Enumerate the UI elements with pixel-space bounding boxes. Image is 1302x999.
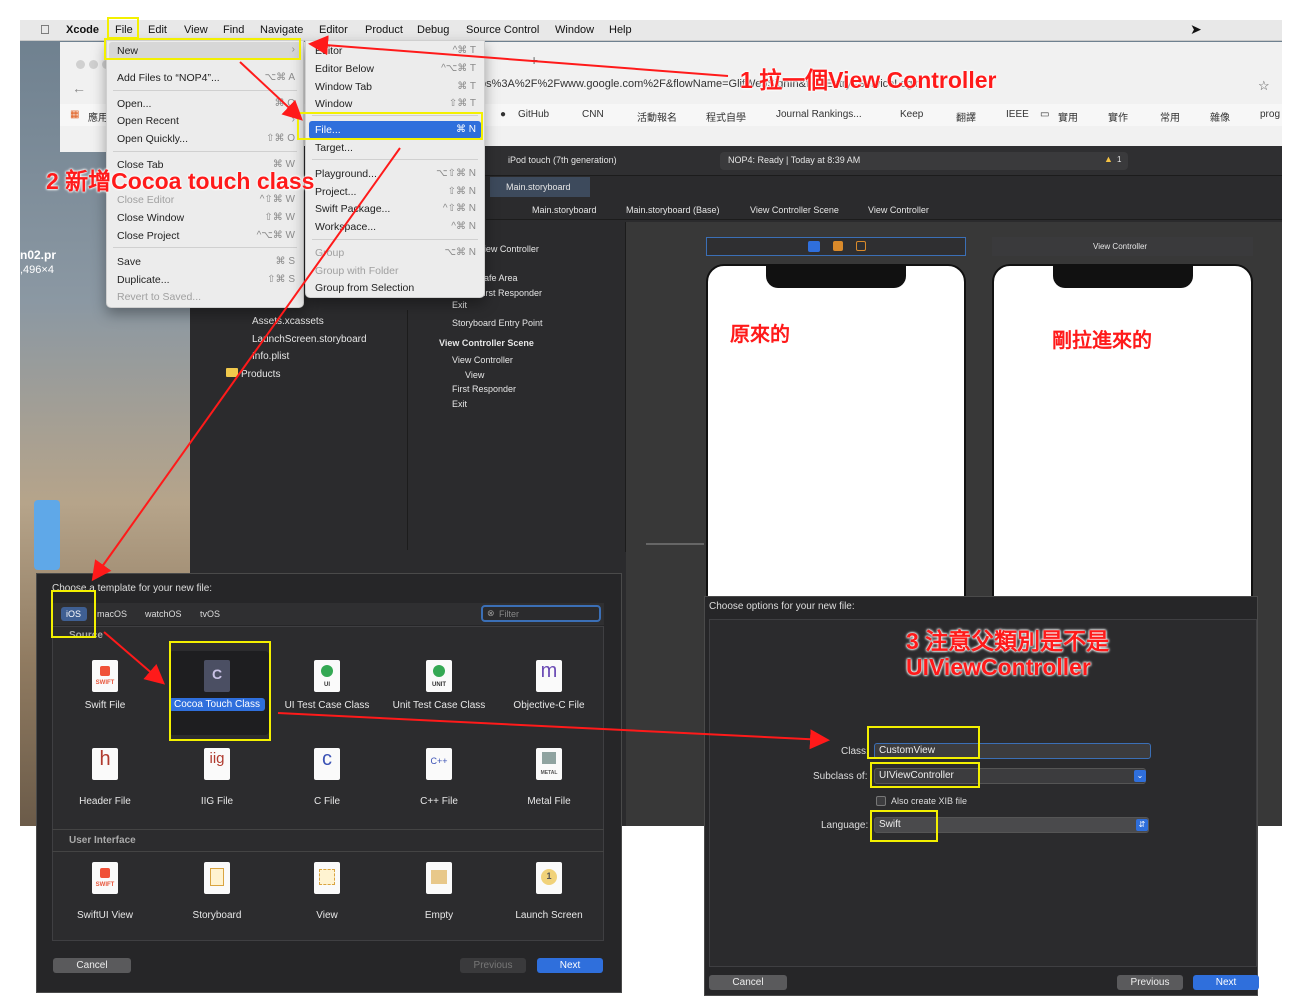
annotation-arrows	[91, 35, 830, 750]
annotation-step2: 2 新增Cocoa touch class	[46, 168, 315, 194]
arrow-step1	[308, 35, 729, 77]
annotation-step1: 1 拉一個View Controller	[740, 67, 997, 93]
arrow-new-to-file	[239, 61, 303, 121]
arrow-file-to-dialog	[91, 147, 401, 582]
annotation-step3-line1: 3 注意父類別是不是	[906, 628, 1110, 654]
arrow-cocoa-to-options	[277, 712, 830, 750]
arrow-ios-to-cocoa	[103, 631, 166, 685]
annotation-step3-line2: UIViewController	[906, 654, 1091, 680]
